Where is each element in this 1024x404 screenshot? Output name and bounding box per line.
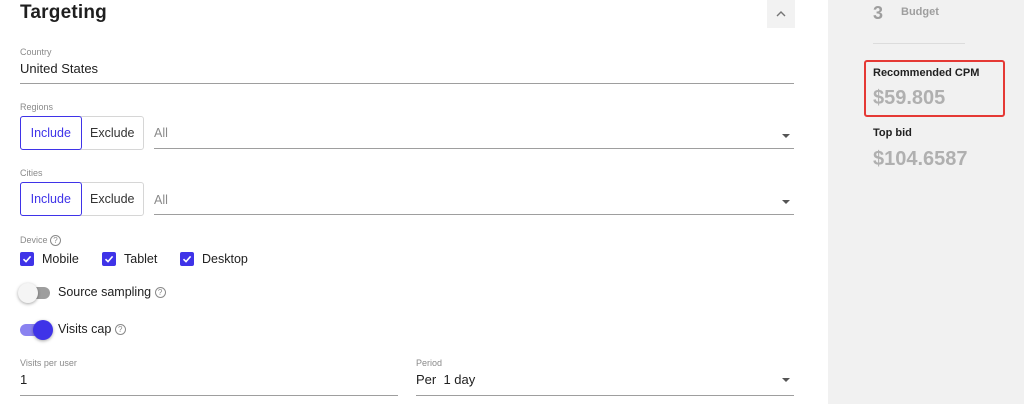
device-label-text: Device (20, 235, 48, 245)
visits-per-user-label: Visits per user (20, 358, 77, 368)
section-title: Targeting (20, 2, 107, 23)
check-icon (180, 252, 194, 266)
visits-per-user-input[interactable]: 1 (20, 372, 27, 387)
visits-cap-text: Visits cap (58, 322, 112, 336)
sidebar-divider (873, 43, 965, 44)
regions-include-button[interactable]: Include (20, 116, 82, 150)
targeting-panel: Targeting Country United States Regions … (0, 0, 828, 404)
chevron-up-icon (776, 11, 786, 17)
top-bid-label: Top bid (873, 127, 912, 139)
regions-include-exclude-toggle: Include Exclude (20, 116, 144, 150)
top-bid-value: $104.6587 (873, 148, 968, 170)
step-label[interactable]: Budget (901, 6, 939, 18)
country-underline (20, 83, 794, 84)
toggle-knob (33, 320, 53, 340)
regions-exclude-button[interactable]: Exclude (82, 117, 143, 149)
cities-include-exclude-toggle: Include Exclude (20, 182, 144, 216)
toggle-knob (18, 283, 38, 303)
recommended-cpm-value: $59.805 (873, 87, 946, 109)
caret-down-icon[interactable] (782, 378, 790, 382)
cities-label: Cities (20, 168, 43, 178)
recommended-cpm-label: Recommended CPM (873, 67, 980, 79)
visits-per-user-underline (20, 395, 398, 396)
cities-include-button[interactable]: Include (20, 182, 82, 216)
period-label: Period (416, 358, 443, 368)
source-sampling-label: Source sampling ? (58, 285, 166, 299)
desktop-checkbox[interactable]: Desktop (180, 252, 248, 266)
tablet-checkbox[interactable]: Tablet (102, 252, 157, 266)
check-icon (20, 252, 34, 266)
tablet-label: Tablet (124, 252, 158, 266)
caret-down-icon[interactable] (782, 134, 790, 138)
caret-down-icon[interactable] (782, 200, 790, 204)
step-number: 3 (873, 3, 884, 23)
desktop-label: Desktop (202, 252, 248, 266)
cities-select[interactable]: All (154, 193, 168, 207)
help-circle-icon[interactable]: ? (50, 235, 62, 247)
period-underline (416, 395, 794, 396)
device-label: Device ? (20, 235, 62, 247)
country-label: Country (20, 47, 52, 57)
check-icon (102, 252, 116, 266)
help-circle-icon[interactable]: ? (114, 324, 126, 336)
cities-exclude-button[interactable]: Exclude (82, 183, 143, 215)
collapse-button[interactable] (767, 0, 795, 28)
source-sampling-text: Source sampling (58, 285, 152, 299)
visits-cap-toggle[interactable] (20, 320, 53, 340)
source-sampling-toggle[interactable] (18, 283, 50, 303)
cities-select-underline (154, 214, 794, 215)
regions-label: Regions (20, 102, 54, 112)
period-select[interactable]: Per 1 day (416, 372, 475, 387)
regions-select-underline (154, 148, 794, 149)
visits-cap-label: Visits cap ? (58, 322, 126, 336)
mobile-checkbox[interactable]: Mobile (20, 252, 79, 266)
mobile-label: Mobile (42, 252, 79, 266)
regions-select[interactable]: All (154, 126, 168, 140)
help-circle-icon[interactable]: ? (154, 287, 166, 299)
country-field[interactable]: United States (20, 61, 98, 76)
